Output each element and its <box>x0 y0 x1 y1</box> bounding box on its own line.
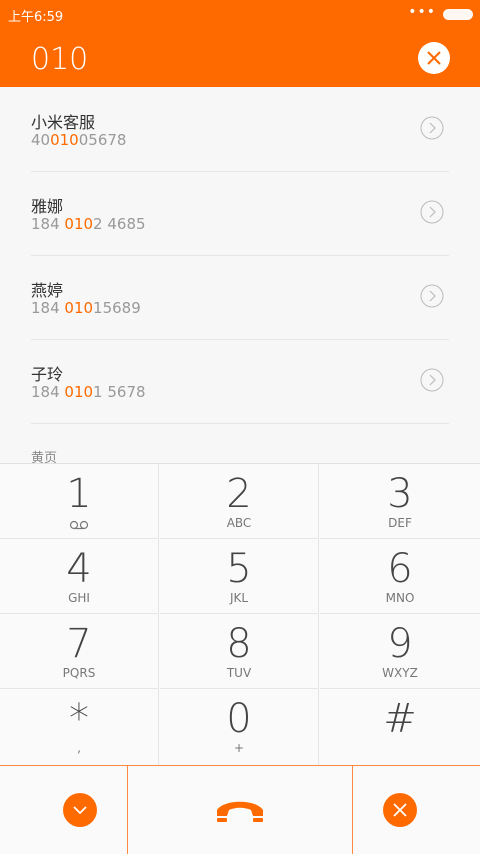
dialed-number: 010 <box>31 42 89 77</box>
key-letters: WXYZ <box>382 666 418 680</box>
key-digit: # <box>383 696 417 742</box>
dial-header: 010 <box>0 30 480 87</box>
collapse-circle <box>63 793 97 827</box>
contact-name: 小米客服 <box>31 113 96 132</box>
chevron-right-icon[interactable] <box>420 368 444 392</box>
delete-circle <box>383 793 417 827</box>
key-7[interactable]: 7 PQRS <box>0 614 159 689</box>
key-digit: 2 <box>226 471 252 517</box>
key-1[interactable]: 1 <box>0 464 159 539</box>
key-digit: 7 <box>66 621 92 667</box>
key-letters: MNO <box>385 591 415 605</box>
key-star[interactable]: * , <box>0 689 159 766</box>
clear-button[interactable] <box>418 42 450 74</box>
collapse-keypad-button[interactable] <box>0 766 128 854</box>
key-letters: , <box>77 741 81 755</box>
action-bar <box>0 765 480 854</box>
key-digit: 0 <box>226 696 252 742</box>
key-letters: + <box>233 741 245 755</box>
close-icon <box>393 803 407 817</box>
contact-number: 184 01015689 <box>31 299 141 317</box>
key-2[interactable]: 2 ABC <box>160 464 319 539</box>
contact-row[interactable]: 子玲 184 0101 5678 <box>31 339 449 424</box>
chevron-down-icon <box>73 806 87 815</box>
battery-icon <box>443 9 473 20</box>
key-digit: 9 <box>387 621 413 667</box>
contact-name: 子玲 <box>31 365 64 384</box>
contact-row[interactable]: 燕婷 184 01015689 <box>31 255 449 340</box>
contact-results: 小米客服 4001005678 雅娜 184 0102 4685 燕婷 184 … <box>0 87 480 466</box>
contact-row[interactable]: 小米客服 4001005678 <box>31 87 449 172</box>
key-letters: DEF <box>388 516 412 530</box>
key-letters: ABC <box>226 516 252 530</box>
key-digit: * <box>69 696 89 742</box>
key-3[interactable]: 3 DEF <box>320 464 480 539</box>
key-digit: 4 <box>66 546 92 592</box>
delete-button[interactable] <box>353 766 480 854</box>
key-letters: JKL <box>229 591 249 605</box>
key-letters: TUV <box>226 666 252 680</box>
key-4[interactable]: 4 GHI <box>0 539 159 614</box>
key-5[interactable]: 5 JKL <box>160 539 319 614</box>
status-bar: 上午6:59 ••• <box>0 0 480 30</box>
key-digit: 3 <box>387 471 413 517</box>
contact-number: 4001005678 <box>31 131 127 149</box>
key-8[interactable]: 8 TUV <box>160 614 319 689</box>
chevron-right-icon[interactable] <box>420 116 444 140</box>
chevron-right-icon[interactable] <box>420 284 444 308</box>
contact-row[interactable]: 雅娜 184 0102 4685 <box>31 171 449 256</box>
key-digit: 1 <box>66 471 92 517</box>
phone-icon <box>217 801 263 822</box>
voicemail-icon <box>69 520 89 530</box>
status-dots: ••• <box>408 4 436 20</box>
contact-number: 184 0101 5678 <box>31 383 146 401</box>
key-digit: 8 <box>226 621 252 667</box>
key-letters: PQRS <box>62 666 96 680</box>
dial-keypad: 1 2 ABC 3 DEF 4 GHI 5 JKL 6 MNO 7 PQRS 8… <box>0 463 480 766</box>
key-letters: GHI <box>68 591 90 605</box>
key-6[interactable]: 6 MNO <box>320 539 480 614</box>
key-digit: 5 <box>226 546 252 592</box>
call-button[interactable] <box>128 766 353 854</box>
status-time: 上午6:59 <box>8 10 64 25</box>
chevron-right-icon[interactable] <box>420 200 444 224</box>
key-0[interactable]: 0 + <box>160 689 319 766</box>
contact-name: 燕婷 <box>31 281 64 300</box>
contact-name: 雅娜 <box>31 197 64 216</box>
key-hash[interactable]: # <box>320 689 480 766</box>
contact-number: 184 0102 4685 <box>31 215 146 233</box>
close-icon <box>427 51 441 65</box>
key-digit: 6 <box>387 546 413 592</box>
key-9[interactable]: 9 WXYZ <box>320 614 480 689</box>
